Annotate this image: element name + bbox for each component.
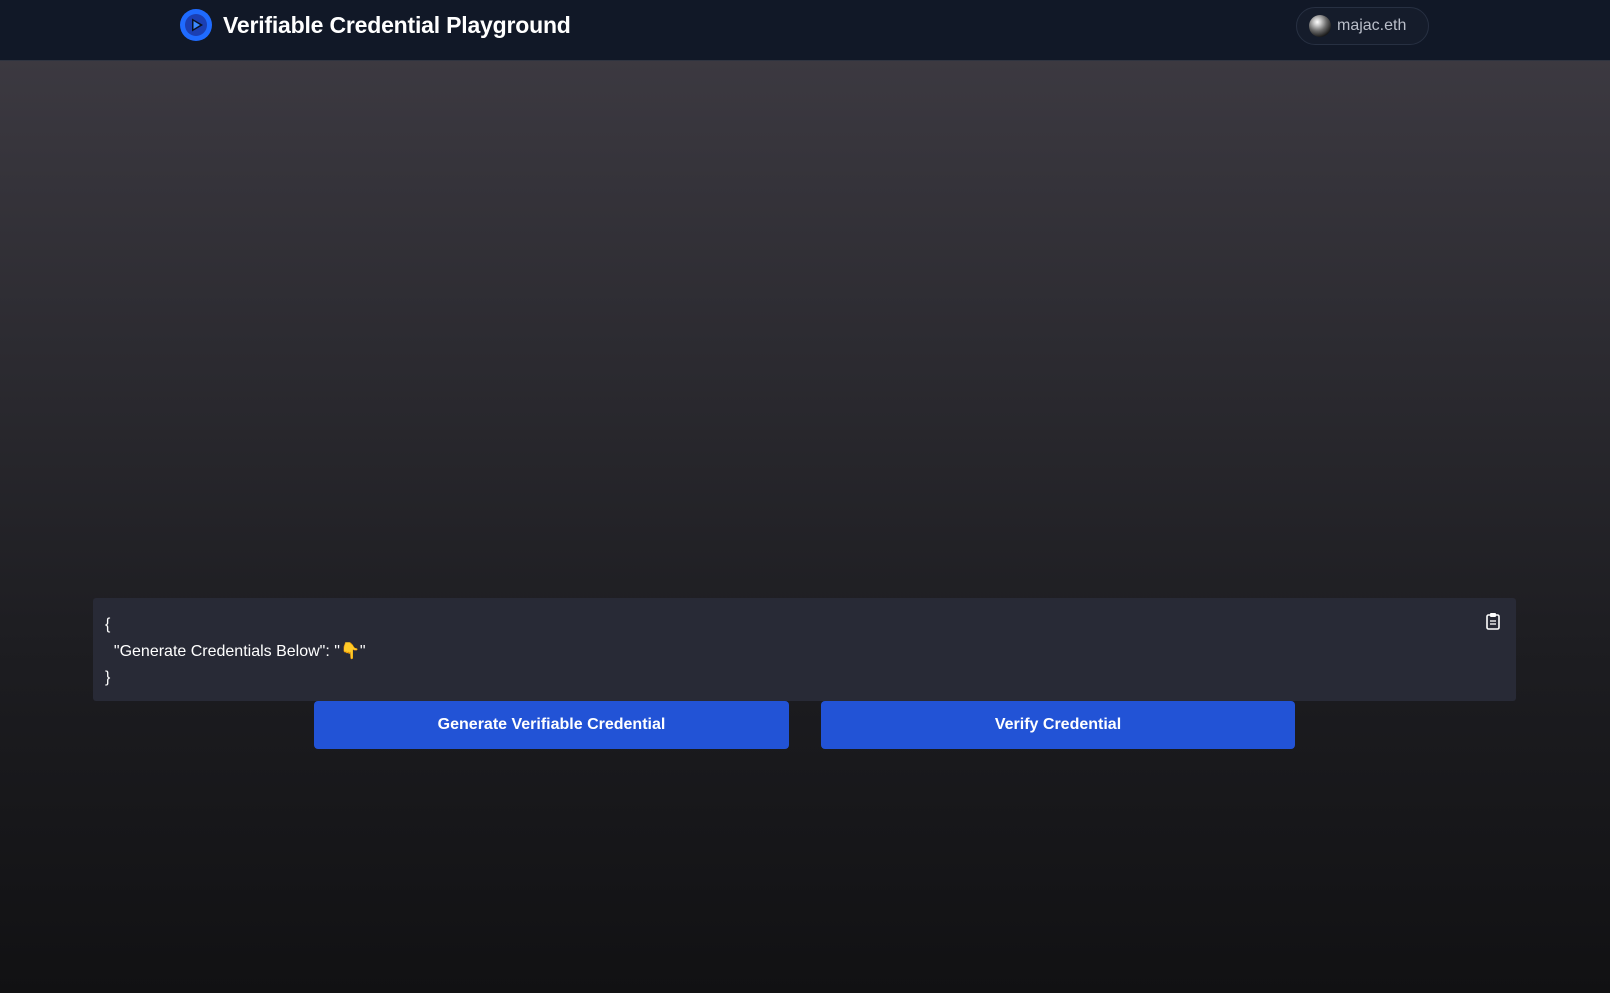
account-button[interactable]: majac.eth — [1296, 7, 1429, 45]
json-code-block[interactable]: { "Generate Credentials Below": "👇" } — [105, 612, 1504, 692]
credential-json-editor[interactable]: { "Generate Credentials Below": "👇" } — [93, 598, 1516, 701]
generate-credential-button[interactable]: Generate Verifiable Credential — [314, 701, 789, 749]
pointing-down-icon: 👇 — [339, 642, 360, 660]
code-line-3: } — [105, 669, 111, 686]
sphere-avatar-icon — [1309, 15, 1331, 37]
clipboard-icon[interactable] — [1485, 612, 1501, 630]
action-buttons: Generate Verifiable Credential Verify Cr… — [314, 701, 1295, 750]
play-logo-icon — [180, 9, 212, 41]
verify-credential-button[interactable]: Verify Credential — [821, 701, 1295, 749]
code-line-2-end: " — [359, 642, 366, 660]
top-navigation-bar: Verifiable Credential Playground majac.e… — [0, 0, 1610, 61]
brand[interactable]: Verifiable Credential Playground — [180, 9, 571, 41]
code-line-2: "Generate Credentials Below": " — [105, 642, 340, 660]
app-title: Verifiable Credential Playground — [223, 11, 571, 38]
account-name: majac.eth — [1337, 17, 1407, 34]
code-line-1: { — [105, 616, 111, 633]
